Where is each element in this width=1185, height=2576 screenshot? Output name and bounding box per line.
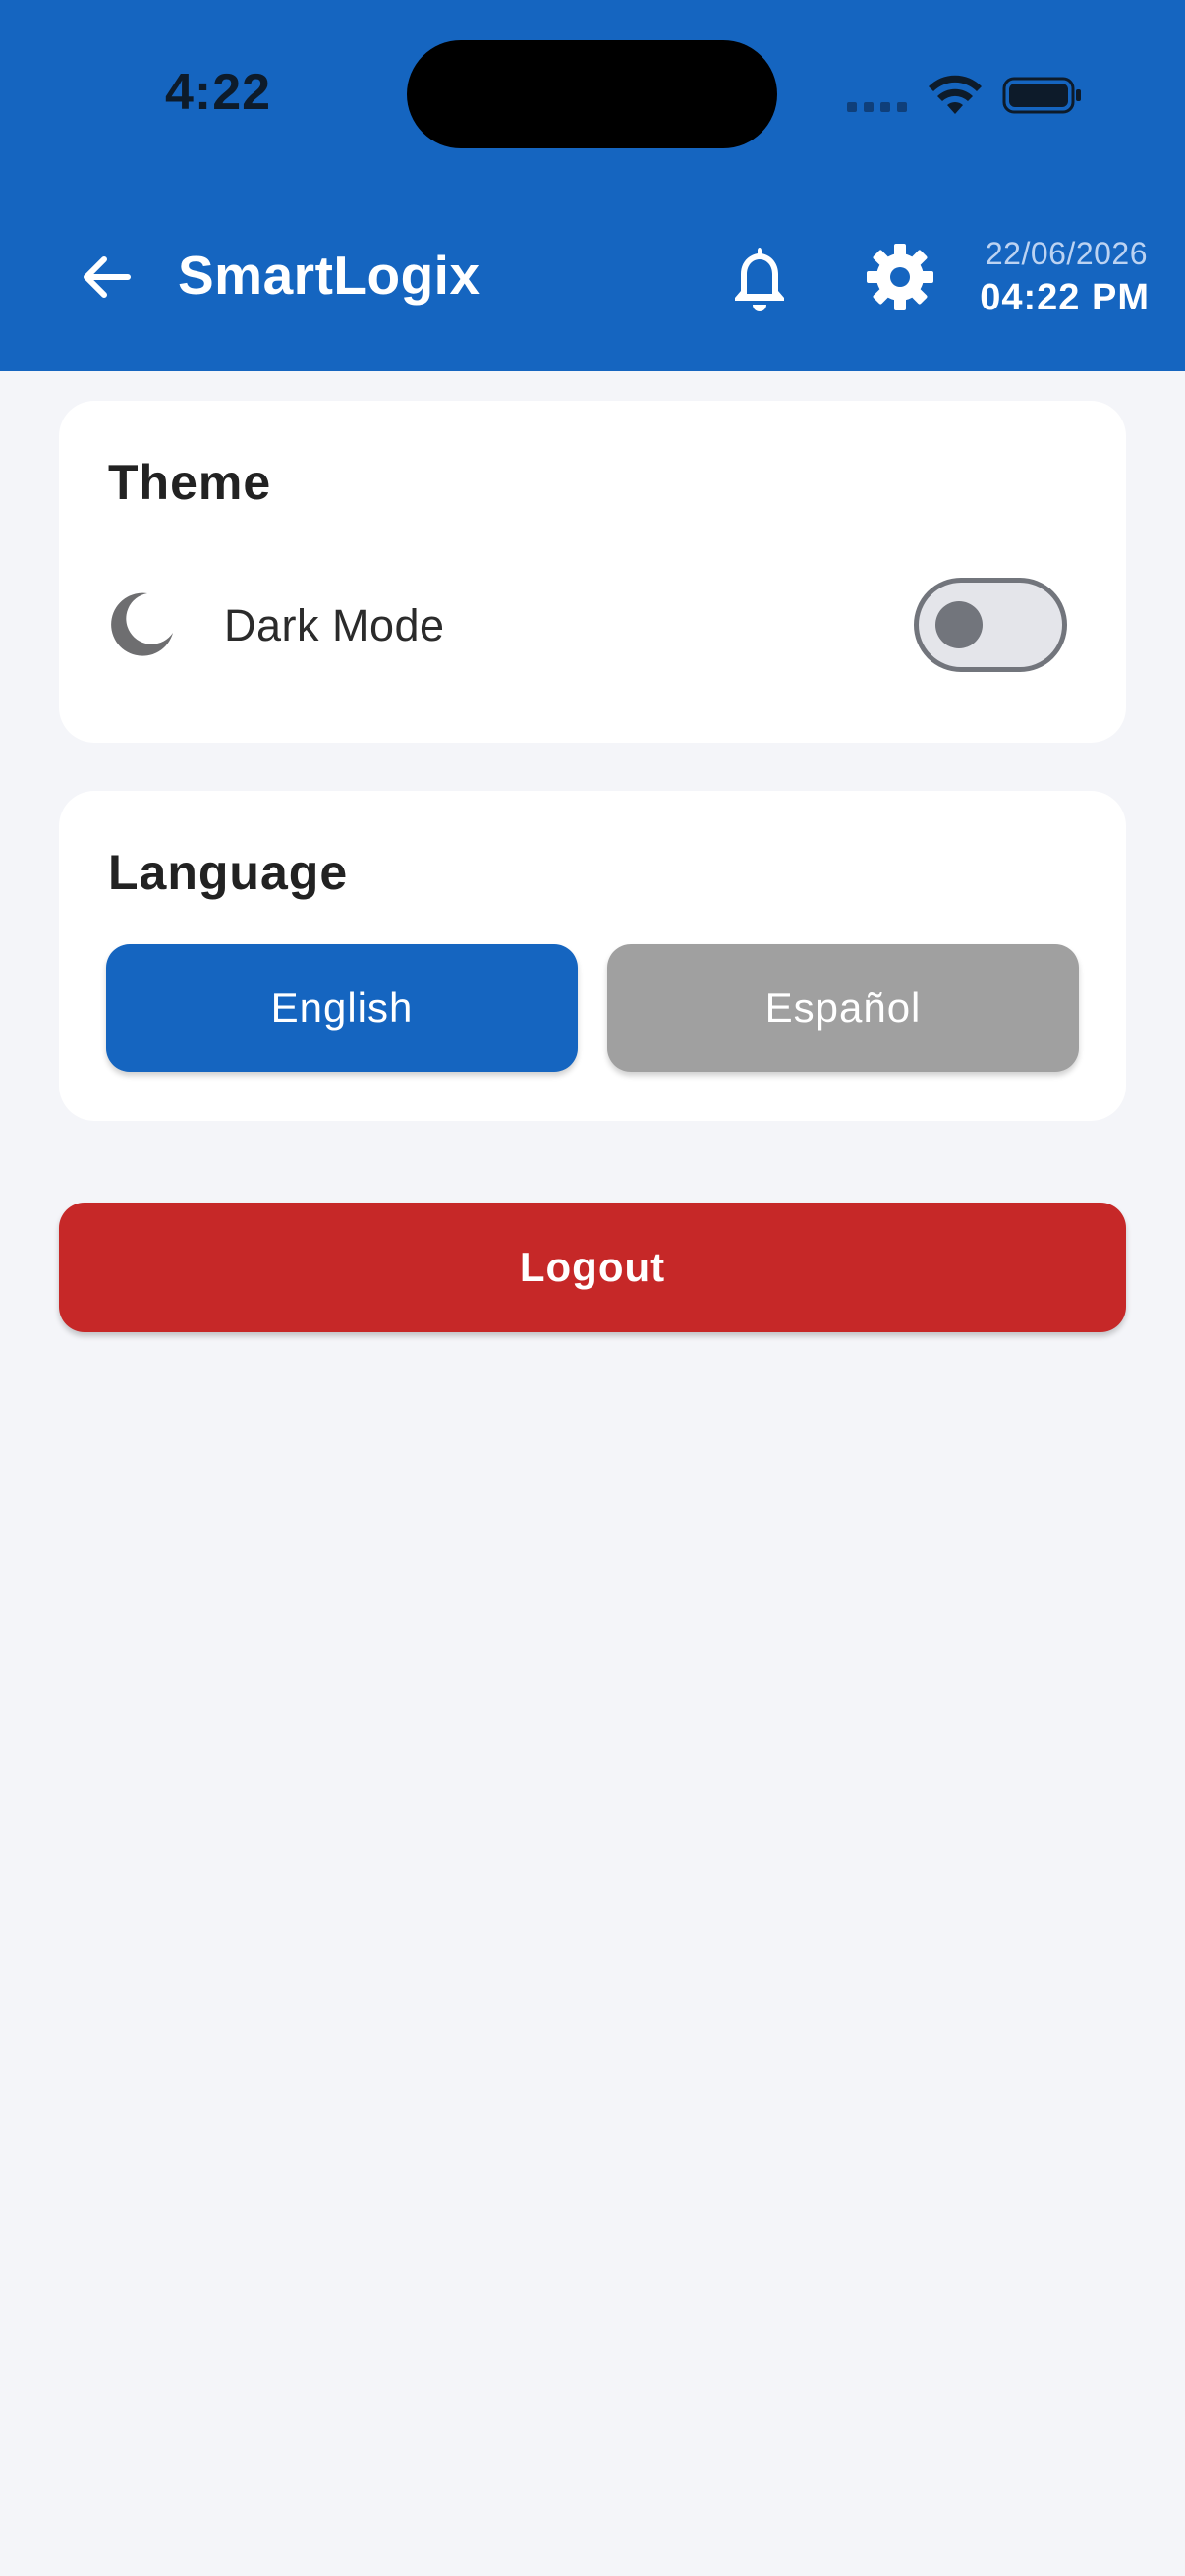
app-header: 4:22 SmartLogix 22/06/2026 04:22 PM: [0, 0, 1185, 371]
dynamic-island: [407, 40, 777, 148]
logout-button[interactable]: Logout: [59, 1203, 1126, 1332]
battery-icon: [1002, 77, 1081, 114]
dark-mode-toggle[interactable]: [914, 578, 1067, 672]
language-section-title: Language: [108, 845, 349, 900]
dark-mode-label: Dark Mode: [224, 600, 445, 650]
theme-card: Theme Dark Mode: [59, 401, 1126, 743]
english-language-button[interactable]: English: [106, 944, 578, 1072]
header-time: 04:22 PM: [980, 277, 1150, 318]
cellular-signal-icon: [847, 102, 908, 114]
moon-icon: [111, 592, 173, 656]
language-card: Language English Español: [59, 791, 1126, 1121]
bell-icon[interactable]: [725, 242, 794, 314]
status-bar-indicators: [847, 71, 1083, 120]
gear-icon[interactable]: [865, 242, 935, 312]
status-bar-time: 4:22: [165, 64, 272, 121]
theme-section-title: Theme: [108, 455, 272, 510]
settings-screen: 4:22 SmartLogix 22/06/2026 04:22 PM Them…: [0, 0, 1185, 2576]
spanish-language-button[interactable]: Español: [607, 944, 1079, 1072]
wifi-icon: [929, 75, 982, 114]
back-arrow-icon[interactable]: [75, 246, 138, 308]
toggle-knob: [935, 601, 983, 648]
header-date: 22/06/2026: [985, 236, 1148, 271]
app-title: SmartLogix: [178, 245, 480, 306]
